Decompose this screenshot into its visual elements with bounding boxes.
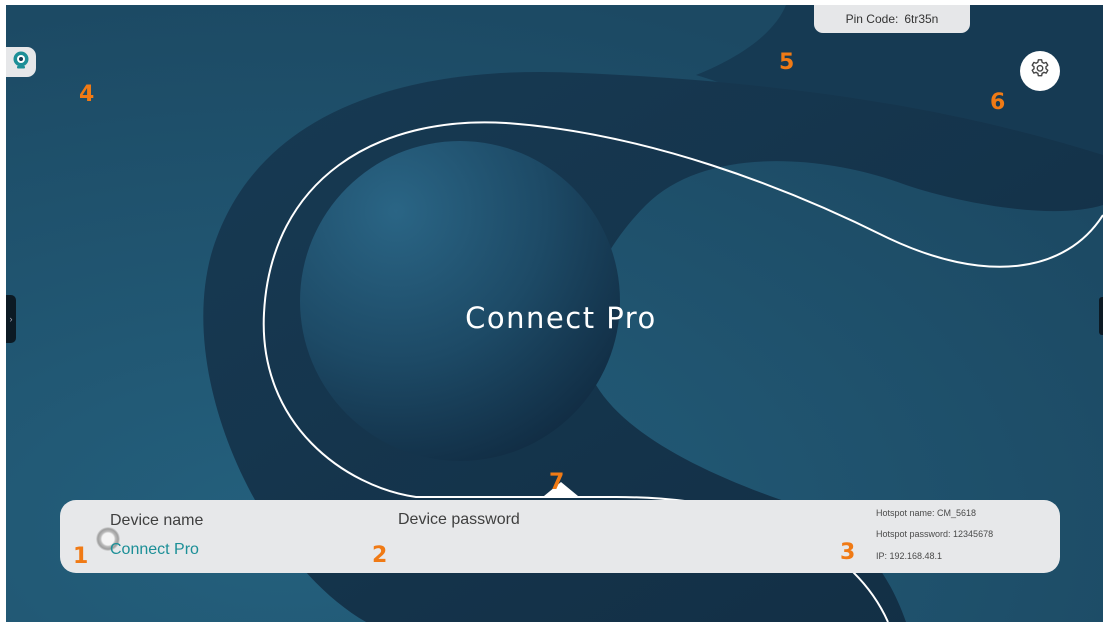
annotation-7: 7 xyxy=(549,470,565,495)
annotation-6: 6 xyxy=(990,90,1006,115)
camera-icon xyxy=(11,50,31,75)
annotation-2: 2 xyxy=(372,543,388,568)
hotspot-name: Hotspot name: CM_5618 xyxy=(876,508,977,518)
chevron-right-icon: › xyxy=(9,314,13,324)
settings-button[interactable] xyxy=(1020,51,1060,91)
gear-icon xyxy=(1029,58,1051,85)
left-sidebar-handle[interactable]: › xyxy=(6,295,16,343)
ip-address: IP: 192.168.48.1 xyxy=(876,551,943,561)
app-title: Connect Pro xyxy=(465,301,657,335)
device-info-panel: Device name Connect Pro Device password … xyxy=(60,500,1060,573)
device-password-label: Device password xyxy=(398,511,520,528)
camera-button[interactable] xyxy=(6,47,36,77)
annotation-3: 3 xyxy=(840,540,856,565)
pin-code-tab: Pin Code: 6tr35n xyxy=(814,5,970,33)
annotation-4: 4 xyxy=(79,82,95,107)
connect-pro-home-screen: Pin Code: 6tr35n › Connect Pro Device na… xyxy=(6,5,1103,622)
right-sidebar-handle[interactable] xyxy=(1099,297,1103,335)
pin-code-value: 6tr35n xyxy=(904,12,939,26)
device-name-label: Device name xyxy=(110,512,204,529)
annotation-1: 1 xyxy=(73,544,89,569)
pin-code-label: Pin Code: xyxy=(845,12,899,26)
annotation-5: 5 xyxy=(779,50,795,75)
device-name-value[interactable]: Connect Pro xyxy=(110,541,199,559)
hotspot-password: Hotspot password: 12345678 xyxy=(876,529,994,539)
